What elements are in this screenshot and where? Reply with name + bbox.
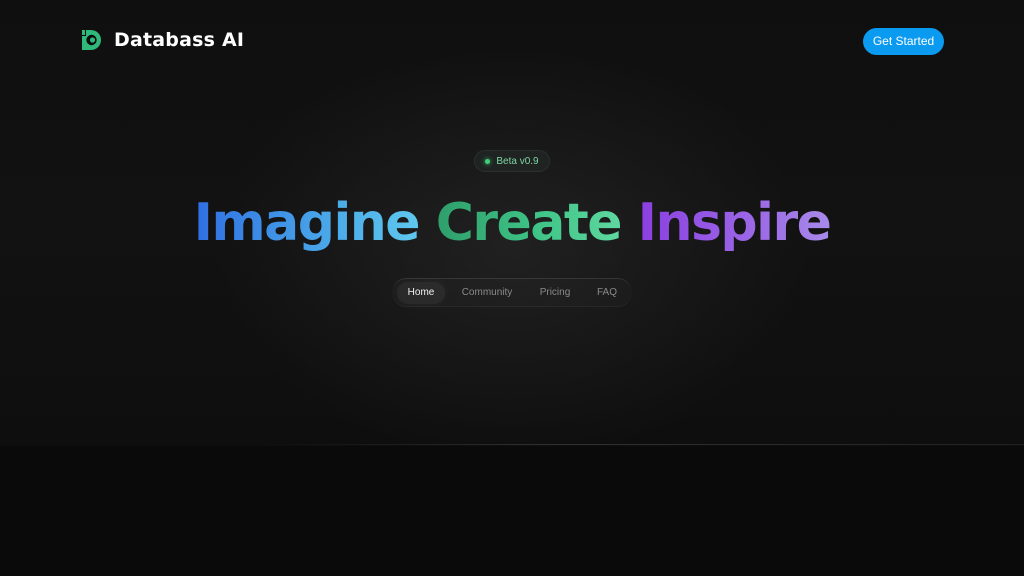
get-started-button[interactable]: Get Started xyxy=(863,28,944,55)
nav-item-home[interactable]: Home xyxy=(397,282,445,304)
lower-section-background xyxy=(0,446,1024,576)
main-nav: Home Community Pricing FAQ xyxy=(392,278,632,307)
headline-word-create: Create xyxy=(435,193,623,253)
databass-logo-icon xyxy=(82,30,101,50)
section-divider xyxy=(260,444,1024,445)
status-dot-icon xyxy=(485,158,491,164)
headline-word-inspire: Inspire xyxy=(637,193,832,253)
version-badge-label: Beta v0.9 xyxy=(496,155,539,167)
brand-name: Databass AI xyxy=(114,29,245,51)
nav-item-pricing[interactable]: Pricing xyxy=(532,282,578,304)
nav-item-community[interactable]: Community xyxy=(454,282,520,304)
brand-logo-link[interactable]: Databass AI xyxy=(80,29,244,51)
version-badge: Beta v0.9 xyxy=(474,150,550,172)
headline-word-imagine: Imagine xyxy=(193,193,421,253)
nav-item-faq[interactable]: FAQ xyxy=(590,282,624,304)
hero-headline: Imagine Create Inspire xyxy=(0,190,1024,256)
